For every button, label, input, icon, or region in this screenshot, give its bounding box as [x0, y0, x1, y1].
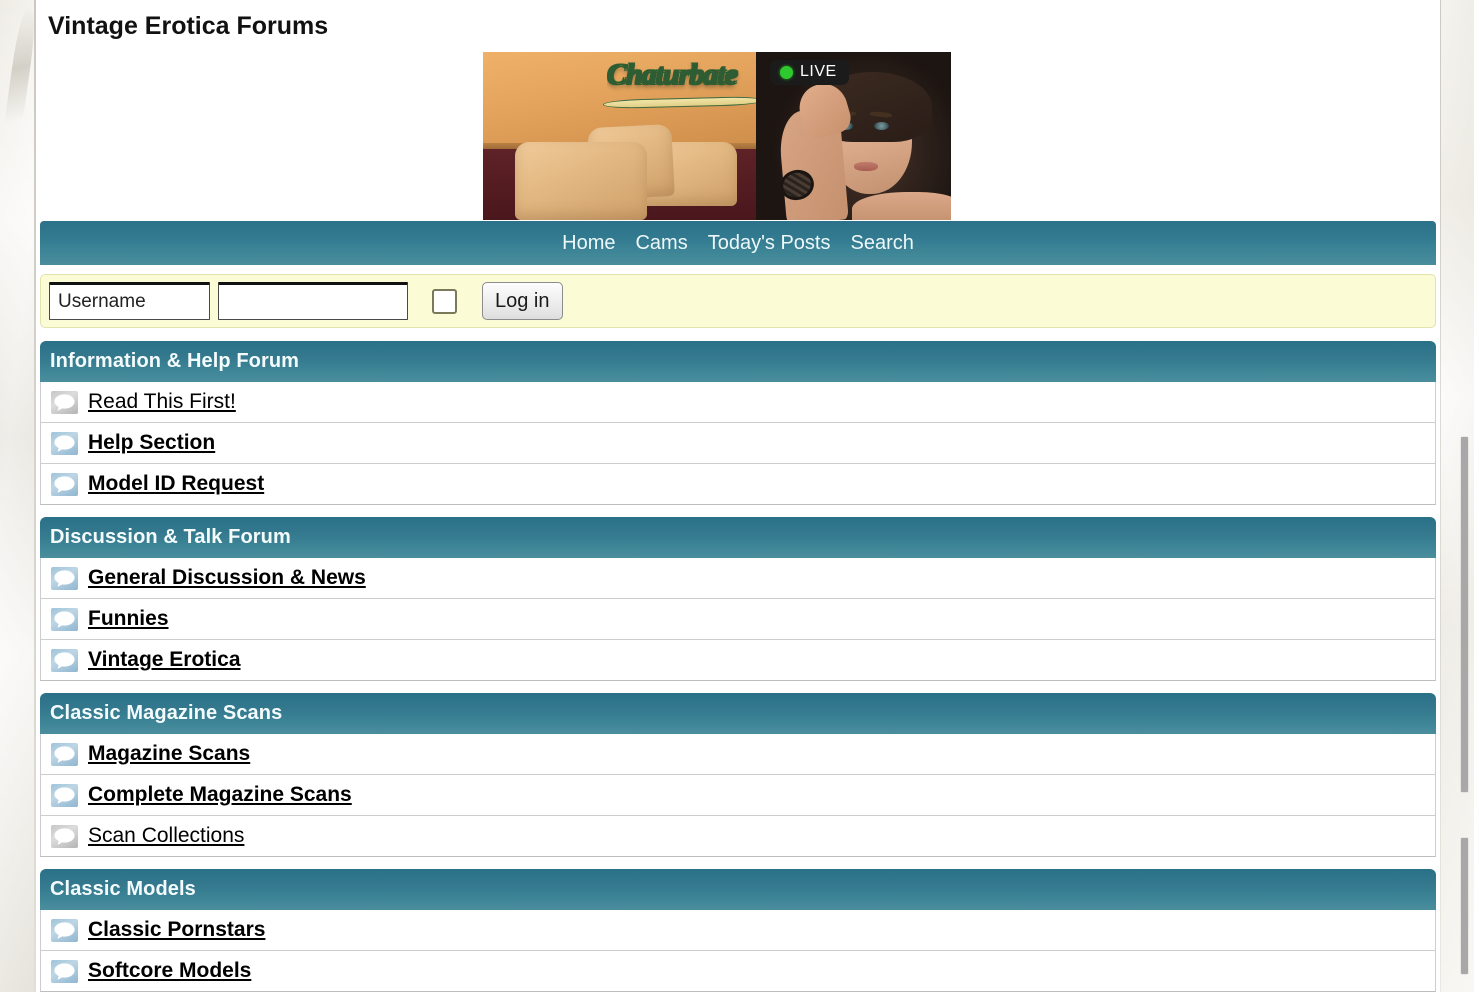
- forum-row[interactable]: Scan Collections: [40, 816, 1436, 857]
- username-input[interactable]: [49, 282, 210, 320]
- banner-advertisement[interactable]: Chaturbate LIVE: [483, 52, 951, 220]
- ad-model-lips: [854, 162, 878, 171]
- forum-page: Vintage Erotica Forums Chaturbate LIVE H…: [36, 0, 1440, 992]
- forum-unread-bubble-icon: [51, 959, 78, 983]
- nav-item-todays-posts[interactable]: Today's Posts: [706, 230, 833, 256]
- forum-row[interactable]: Model ID Request: [40, 464, 1436, 505]
- log-in-button[interactable]: Log in: [482, 282, 563, 320]
- forum-link[interactable]: Scan Collections: [88, 824, 244, 848]
- forum-section: Classic Magazine Scans Magazine Scans Comp…: [40, 693, 1436, 857]
- live-status-badge: LIVE: [770, 60, 849, 85]
- forum-row[interactable]: Help Section: [40, 423, 1436, 464]
- password-input[interactable]: [218, 282, 408, 320]
- forum-unread-bubble-icon: [51, 918, 78, 942]
- forum-section-header: Information & Help Forum: [40, 341, 1436, 382]
- nav-item-cams[interactable]: Cams: [633, 230, 689, 256]
- forum-link[interactable]: Read This First!: [88, 390, 236, 414]
- forum-link[interactable]: Complete Magazine Scans: [88, 783, 352, 807]
- forum-link[interactable]: Model ID Request: [88, 472, 264, 496]
- forum-link[interactable]: Magazine Scans: [88, 742, 250, 766]
- nav-item-search[interactable]: Search: [848, 230, 915, 256]
- ad-model-eye-right: [874, 122, 889, 130]
- forum-unread-bubble-icon: [51, 431, 78, 455]
- forum-link[interactable]: Softcore Models: [88, 959, 251, 983]
- chaturbate-logo: Chaturbate: [607, 58, 756, 106]
- forum-row[interactable]: Magazine Scans: [40, 734, 1436, 775]
- login-bar: Log in: [40, 274, 1436, 328]
- forum-section: Information & Help Forum Read This First!…: [40, 341, 1436, 505]
- forum-read-bubble-icon: [51, 824, 78, 848]
- vertical-scrollbar[interactable]: [1456, 0, 1474, 992]
- forum-link[interactable]: Classic Pornstars: [88, 918, 265, 942]
- page-title: Vintage Erotica Forums: [48, 12, 329, 40]
- remember-me-checkbox[interactable]: [432, 288, 457, 314]
- forum-row[interactable]: Complete Magazine Scans: [40, 775, 1436, 816]
- forum-row[interactable]: Vintage Erotica: [40, 640, 1436, 681]
- ad-model-webcam-preview: LIVE: [756, 52, 951, 220]
- forum-link[interactable]: General Discussion & News: [88, 566, 366, 590]
- forum-link[interactable]: Vintage Erotica: [88, 648, 241, 672]
- forum-section: Classic Models Classic Pornstars Softcore …: [40, 869, 1436, 992]
- nav-item-home[interactable]: Home: [560, 230, 617, 256]
- scrollbar-thumb-lower[interactable]: [1461, 838, 1468, 974]
- page-left-margin-texture: [0, 0, 34, 992]
- ad-room-photo: Chaturbate: [483, 52, 756, 220]
- forum-link[interactable]: Help Section: [88, 431, 215, 455]
- live-indicator-dot: [780, 65, 793, 79]
- forum-link[interactable]: Funnies: [88, 607, 169, 631]
- forum-unread-bubble-icon: [51, 472, 78, 496]
- main-navigation-bar: Home Cams Today's Posts Search: [40, 221, 1436, 265]
- forum-unread-bubble-icon: [51, 783, 78, 807]
- forum-row[interactable]: Softcore Models: [40, 951, 1436, 992]
- forum-section-header: Discussion & Talk Forum: [40, 517, 1436, 558]
- scrollbar-thumb-upper[interactable]: [1461, 437, 1468, 792]
- forum-section-header: Classic Models: [40, 869, 1436, 910]
- forum-unread-bubble-icon: [51, 607, 78, 631]
- forum-section-header: Classic Magazine Scans: [40, 693, 1436, 734]
- browser-viewport: Vintage Erotica Forums Chaturbate LIVE H…: [0, 0, 1474, 992]
- forum-unread-bubble-icon: [51, 648, 78, 672]
- ad-model-shoulder: [852, 192, 951, 220]
- forum-section-list: Information & Help Forum Read This First!…: [40, 341, 1436, 992]
- forum-row[interactable]: General Discussion & News: [40, 558, 1436, 599]
- forum-unread-bubble-icon: [51, 566, 78, 590]
- forum-unread-bubble-icon: [51, 742, 78, 766]
- forum-read-bubble-icon: [51, 390, 78, 414]
- forum-row[interactable]: Funnies: [40, 599, 1436, 640]
- ad-pillow-near: [515, 142, 647, 220]
- forum-section: Discussion & Talk Forum General Discussio…: [40, 517, 1436, 681]
- forum-row[interactable]: Classic Pornstars: [40, 910, 1436, 951]
- live-badge-label: LIVE: [800, 63, 837, 80]
- forum-row[interactable]: Read This First!: [40, 382, 1436, 423]
